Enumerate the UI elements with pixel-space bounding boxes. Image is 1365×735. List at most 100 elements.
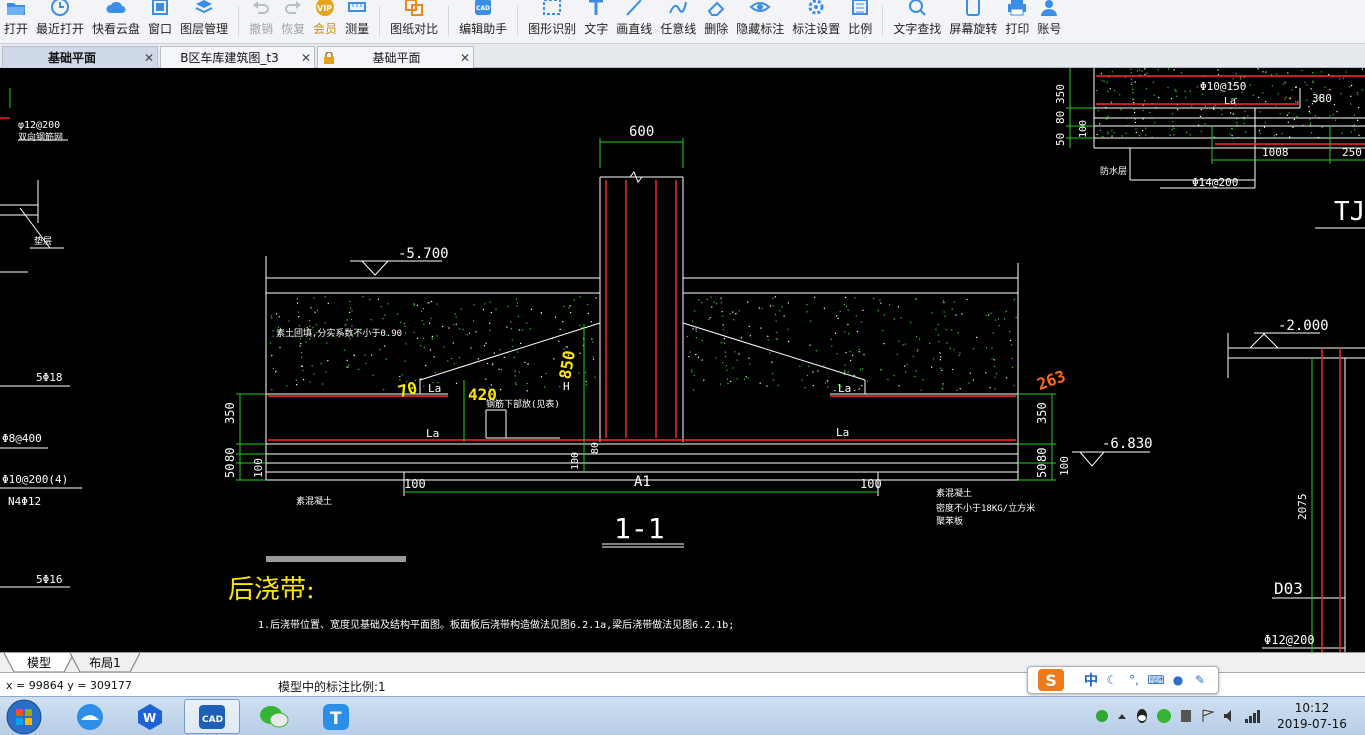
taskbar-app-wps[interactable]: W xyxy=(122,699,178,734)
toolbar-button-20[interactable]: 屏幕旋转 xyxy=(945,0,1001,43)
toolbar-button-label: 屏幕旋转 xyxy=(949,22,998,36)
toolbar-button-14[interactable]: 任意线 xyxy=(656,0,700,43)
tab-jichu-pingmian-2[interactable]: 基础平面 ✕ xyxy=(317,46,474,68)
toolbar-button-label: 账号 xyxy=(1037,22,1062,36)
tab-b-garage[interactable]: B区车库建筑图_t3 ✕ xyxy=(160,46,315,68)
hand-note-850: 850 xyxy=(555,349,579,381)
tab-jichu-pingmian-1[interactable]: 基础平面 ✕ xyxy=(2,46,158,68)
toolbar-button-6[interactable]: 恢复 xyxy=(277,0,309,43)
tab-label: B区车库建筑图_t3 xyxy=(180,51,279,65)
compare-icon xyxy=(403,0,425,17)
toolbar-button-15[interactable]: 删除 xyxy=(700,0,732,43)
toolbar-button-5[interactable]: 撤销 xyxy=(245,0,277,43)
toolbar-button-9[interactable]: 图纸对比 xyxy=(386,0,442,43)
toolbar-button-0[interactable]: 打开 xyxy=(0,0,32,43)
device-icon[interactable] xyxy=(1178,708,1194,724)
hand-note-420: 420 xyxy=(468,385,497,404)
text-icon xyxy=(585,0,607,17)
toolbar-button-7[interactable]: VIP 会员 xyxy=(309,0,341,43)
ur-label: 防水层 xyxy=(1100,165,1127,177)
dim-100-c: 100 xyxy=(570,452,581,470)
bottom-note-right-1: 素混凝土 xyxy=(936,487,972,499)
toolbar-button-3[interactable]: 窗口 xyxy=(144,0,176,43)
drawing-scroll-indicator[interactable] xyxy=(266,556,406,562)
toolbar-button-17[interactable]: 标注设置 xyxy=(788,0,844,43)
toolbar-button-22[interactable]: 账号 xyxy=(1033,0,1065,43)
toolbar-button-13[interactable]: 画直线 xyxy=(612,0,656,43)
ur-dim-1008: 1008 xyxy=(1262,146,1289,159)
elevation-upper-right: -2.000 xyxy=(1278,318,1329,334)
ime-mode[interactable]: 中 xyxy=(1084,670,1098,690)
ur-rebar-2: Φ14@200 xyxy=(1192,176,1238,189)
shape-recognize-icon xyxy=(541,0,563,17)
backfill-speckle xyxy=(270,68,1365,392)
moon-icon[interactable]: ☾ xyxy=(1104,672,1120,688)
toolbar-button-12[interactable]: 文字 xyxy=(580,0,612,43)
label-la-2: La xyxy=(426,427,439,440)
folder-open-icon xyxy=(5,0,27,17)
taskbar-app-text-tool[interactable]: T xyxy=(308,699,364,734)
start-button-icon[interactable] xyxy=(4,698,44,735)
houjiao-title: 后浇带: xyxy=(228,575,315,605)
signal-icon[interactable] xyxy=(1244,708,1262,724)
toolbar-button-label: 会员 xyxy=(313,22,338,36)
dim-350-left: 350 xyxy=(223,402,237,424)
wrench-icon[interactable]: ✎ xyxy=(1192,672,1208,688)
left-label-2: 垫层 xyxy=(34,235,52,247)
tray-expand-icon[interactable] xyxy=(1116,710,1128,722)
user-icon[interactable]: ● xyxy=(1170,672,1186,688)
toolbar-button-19[interactable]: 文字查找 xyxy=(889,0,945,43)
keyboard-icon[interactable]: ⌨ xyxy=(1147,672,1164,688)
toolbar-button-8[interactable]: 测量 xyxy=(341,0,373,43)
toolbar-button-label: 撤销 xyxy=(249,22,274,36)
close-icon[interactable]: ✕ xyxy=(457,51,473,65)
toolbar-button-16[interactable]: 隐藏标注 xyxy=(732,0,788,43)
cloud-icon xyxy=(105,0,127,17)
svg-text:T: T xyxy=(330,709,342,729)
toolbar-button-11[interactable]: 图形识别 xyxy=(524,0,580,43)
elevation-left: -5.700 xyxy=(398,246,449,262)
toolbar-button-21[interactable]: 打印 xyxy=(1001,0,1033,43)
punctuation-icon[interactable]: °, xyxy=(1126,672,1142,688)
toolbar-button-10[interactable]: CAD 编辑助手 xyxy=(455,0,511,43)
dim-100-b: 100 xyxy=(860,477,882,491)
windows-taskbar: W CAD T 10:12 2019-07-16 xyxy=(0,696,1365,735)
dim-350-right: 350 xyxy=(1035,402,1049,424)
left-rebar-1-sub: 双向钢筋网 xyxy=(18,131,63,143)
wps-icon: W xyxy=(138,703,162,730)
taskbar-app-browser[interactable] xyxy=(62,699,118,734)
toolbar-button-1[interactable]: 最近打开 xyxy=(32,0,88,43)
close-icon[interactable]: ✕ xyxy=(141,51,157,65)
line-icon xyxy=(623,0,645,17)
toolbar-button-4[interactable]: 图层管理 xyxy=(176,0,232,43)
taskbar-app-wechat[interactable] xyxy=(246,699,302,734)
dim-80-right: 80 xyxy=(1035,448,1049,462)
edit-assistant-icon: CAD xyxy=(472,0,494,17)
flag-icon[interactable] xyxy=(1200,708,1216,724)
svg-text:VIP: VIP xyxy=(317,4,332,13)
left-rebar-5: Φ10@200(4) xyxy=(2,473,68,486)
close-icon[interactable]: ✕ xyxy=(298,51,314,65)
left-rebar-6: N4Φ12 xyxy=(8,495,41,508)
taskbar-app-cad[interactable]: CAD xyxy=(184,699,240,734)
toolbar-button-2[interactable]: 快看云盘 xyxy=(88,0,144,43)
ime-toolbar[interactable]: S 中 ☾ °, ⌨ ● ✎ xyxy=(1027,666,1219,694)
wechat-tray-icon[interactable] xyxy=(1156,708,1172,724)
network-status-icon[interactable] xyxy=(1094,708,1110,724)
right-rebar: Φ12@200 xyxy=(1264,633,1315,647)
layout-tab-layout1[interactable]: 布局1 xyxy=(80,653,130,672)
qq-icon[interactable] xyxy=(1134,708,1150,724)
volume-icon[interactable] xyxy=(1222,708,1238,724)
drawing-canvas[interactable]: 600 -5.700 -6.830 -2.000 A1 100 100 La L… xyxy=(0,68,1365,652)
window-icon xyxy=(149,0,171,17)
sogou-logo-icon[interactable]: S xyxy=(1038,669,1064,691)
freehand-line-icon xyxy=(667,0,689,17)
layout-tab-model[interactable]: 模型 xyxy=(14,653,64,672)
toolbar-button-18[interactable]: 比例 xyxy=(844,0,876,43)
dim-100-right: 100 xyxy=(1058,456,1071,476)
system-clock[interactable]: 10:12 2019-07-16 xyxy=(1262,700,1362,732)
ur-rebar-1: Φ10@150 xyxy=(1200,80,1246,93)
dim-100-left: 100 xyxy=(252,458,265,478)
houjiao-note: 1.后浇带位置、宽度见基础及结构平面图。板面板后浇带构造做法见图6.2.1a,梁… xyxy=(258,618,734,631)
toolbar-button-label: 标注设置 xyxy=(792,22,841,36)
